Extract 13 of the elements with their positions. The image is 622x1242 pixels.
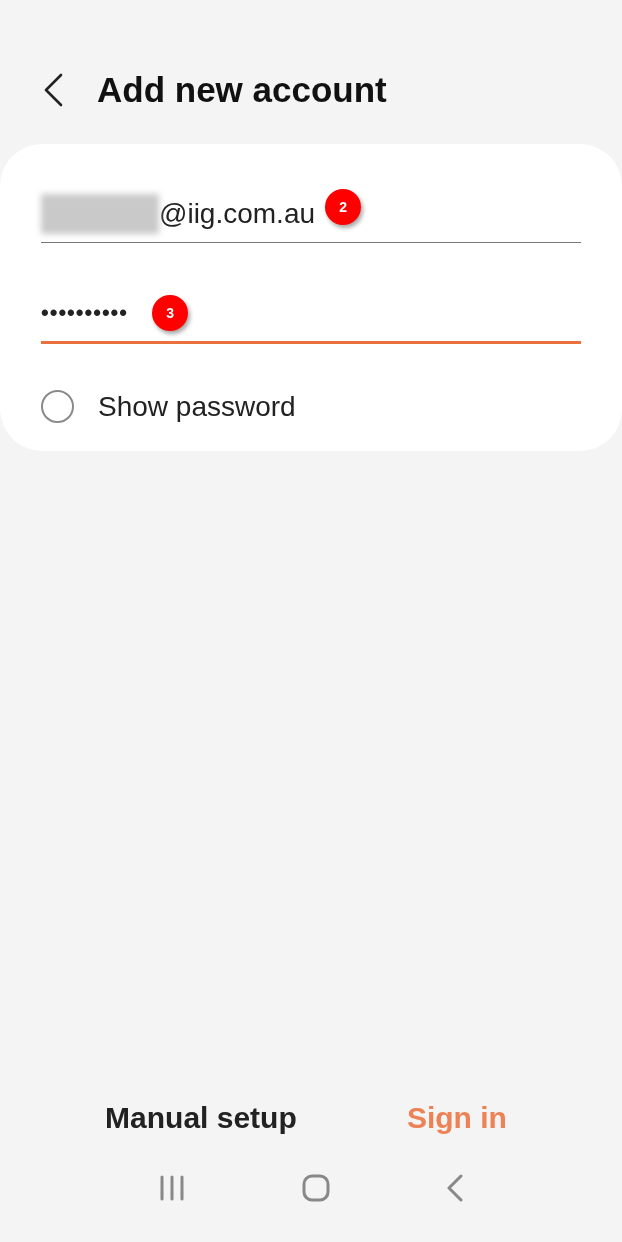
screen-title: Add new account <box>97 70 387 110</box>
email-field[interactable]: @iig.com.au 2 <box>41 178 581 243</box>
step-badge: 3 <box>152 295 189 331</box>
checkbox-label[interactable]: Show password <box>98 390 296 423</box>
manual-setup-button[interactable]: Manual setup <box>97 1097 305 1139</box>
recent-apps-icon[interactable] <box>158 1174 186 1202</box>
password-field[interactable]: •••••••••• 3 <box>41 277 581 344</box>
field-value: @iig.com.au <box>159 198 316 230</box>
home-icon[interactable] <box>302 1174 330 1202</box>
step-badge: 2 <box>325 189 362 225</box>
field-value: •••••••••• <box>41 300 129 326</box>
checkbox[interactable] <box>41 390 74 423</box>
back-icon[interactable] <box>42 73 64 107</box>
